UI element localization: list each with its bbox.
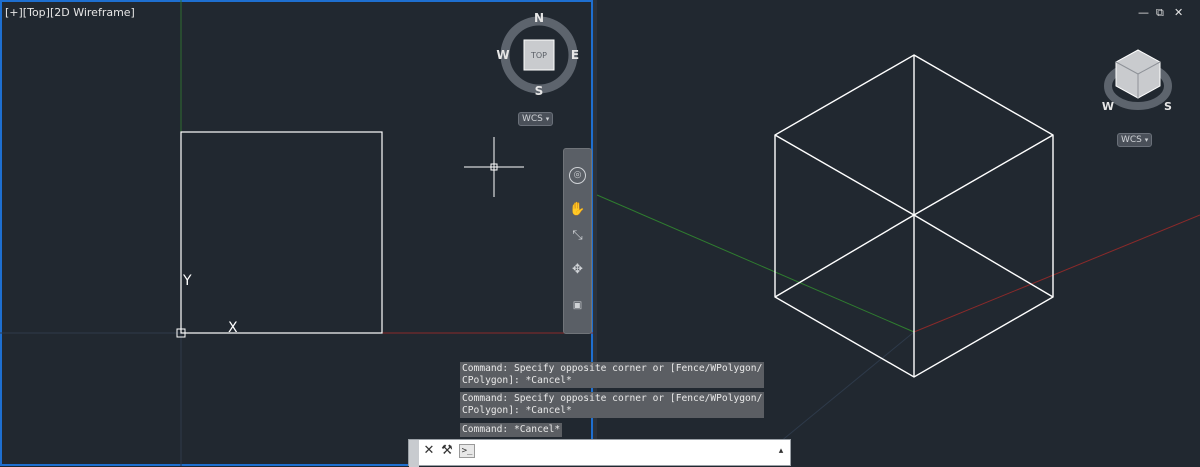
steering-wheel-icon[interactable]: ◎ <box>569 167 586 184</box>
viewcube-top-face[interactable]: TOP <box>530 51 547 60</box>
command-history-line: Command: Specify opposite corner or [Fen… <box>460 362 765 388</box>
wcs-label: WCS <box>522 114 543 124</box>
minimize-icon[interactable]: — <box>1138 6 1149 19</box>
viewcube-right[interactable]: W S <box>1102 49 1172 113</box>
pan-hand-icon[interactable]: ✋ <box>569 201 586 218</box>
close-icon[interactable]: ✕ <box>421 443 437 459</box>
command-history-line: Command: *Cancel* <box>460 423 563 437</box>
compass-west[interactable]: W <box>496 48 509 62</box>
compass-south-right[interactable]: S <box>1164 100 1172 113</box>
viewcube-left[interactable]: TOP N S E W <box>496 11 579 98</box>
command-history-line: Command: Specify opposite corner or [Fen… <box>460 392 765 418</box>
zoom-extents-icon[interactable]: ⤡ <box>569 227 586 244</box>
showmotion-icon[interactable]: ▣ <box>569 297 586 314</box>
close-icon[interactable]: ✕ <box>1174 6 1183 19</box>
navigation-bar[interactable]: ◎ ✋ ⤡ ✥ ▣ <box>563 148 592 334</box>
rectangle-shape[interactable] <box>180 131 383 334</box>
wcs-menu-left[interactable]: WCS ▾ <box>518 112 554 126</box>
prompt-icon[interactable]: >_ <box>459 444 475 458</box>
right-neg-axis-line <box>779 331 915 443</box>
ucs-x-label: X <box>228 320 238 336</box>
compass-south[interactable]: S <box>535 84 544 98</box>
crosshair-cursor <box>464 137 524 197</box>
orbit-icon[interactable]: ✥ <box>569 261 586 278</box>
drag-handle[interactable] <box>409 440 419 467</box>
right-x-axis-line <box>913 214 1200 333</box>
chevron-down-icon: ▾ <box>1144 136 1149 144</box>
compass-north[interactable]: N <box>534 11 544 25</box>
customize-icon[interactable]: ⚒ <box>439 443 455 459</box>
ucs-y-label: Y <box>182 273 192 289</box>
wcs-label: WCS <box>1121 135 1142 145</box>
command-input[interactable] <box>475 443 779 461</box>
restore-icon[interactable]: ⧉ <box>1156 6 1164 20</box>
compass-east[interactable]: E <box>571 48 579 62</box>
chevron-down-icon: ▾ <box>545 115 550 123</box>
right-y-axis-line <box>596 194 915 333</box>
wcs-menu-right[interactable]: WCS ▾ <box>1117 133 1153 147</box>
compass-west-right[interactable]: W <box>1102 100 1114 113</box>
isometric-cube[interactable] <box>774 54 1054 378</box>
